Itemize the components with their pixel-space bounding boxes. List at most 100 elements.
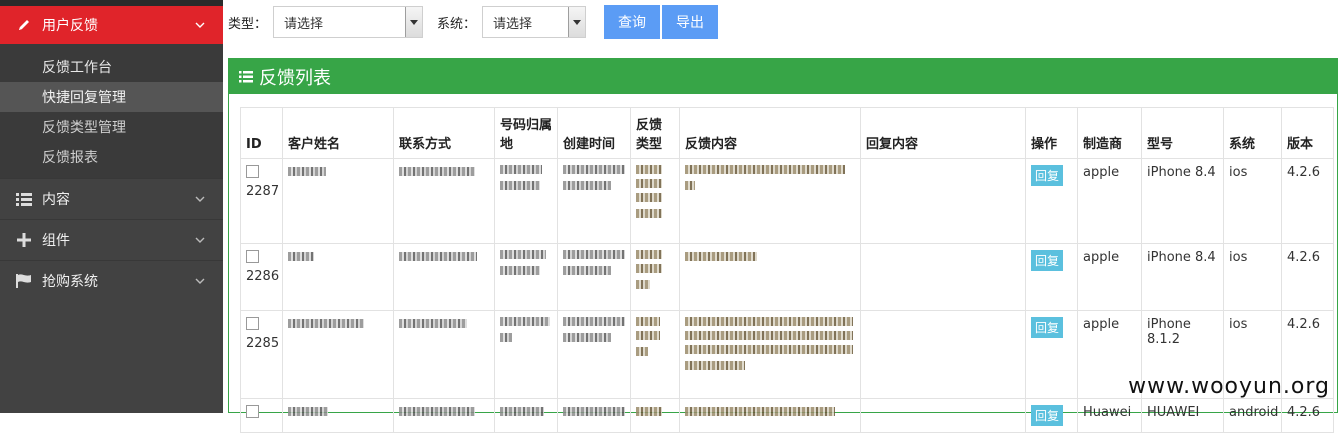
cell-location (494, 158, 558, 244)
dropdown-arrow-icon[interactable] (405, 7, 423, 37)
cell-feedback-content (679, 243, 861, 311)
redacted-text (500, 317, 550, 326)
cell-id: 2287 (240, 158, 283, 244)
sidebar-group-label: 用户反馈 (42, 18, 98, 34)
cell-created-time (557, 398, 631, 433)
sidebar-group-label: 抢购系统 (42, 274, 98, 290)
cell-version: 4.2.6 (1281, 398, 1334, 433)
cell-model: iPhone 8.4 (1141, 243, 1224, 311)
sidebar: 用户反馈 反馈工作台 快捷回复管理 反馈类型管理 反馈报表 内容 组件 抢购系统 (0, 0, 223, 413)
reply-button[interactable]: 回复 (1031, 317, 1064, 338)
redacted-text (399, 252, 477, 261)
header-id: ID (240, 107, 283, 159)
list-icon (239, 70, 255, 83)
cell-reply-content (860, 243, 1026, 311)
redacted-text (636, 209, 662, 218)
cell-reply-content (860, 398, 1026, 433)
cell-id: 2286 (240, 243, 283, 311)
row-checkbox[interactable] (246, 405, 259, 418)
redacted-text (636, 264, 662, 273)
type-filter-label: 类型： (228, 16, 268, 32)
sidebar-group-content[interactable]: 内容 (0, 178, 223, 219)
table-header-row: ID 客户姓名 联系方式 号码归属地 创建时间 反馈类型 反馈内容 回复内容 操… (240, 107, 1334, 159)
sidebar-group-feedback[interactable]: 用户反馈 (0, 6, 223, 44)
reply-button[interactable]: 回复 (1031, 250, 1064, 271)
redacted-text (636, 331, 660, 340)
watermark: www.wooyun.org (1128, 374, 1330, 399)
reply-button[interactable]: 回复 (1031, 165, 1064, 186)
row-checkbox[interactable] (246, 165, 259, 178)
header-maker: 制造商 (1077, 107, 1142, 159)
cell-feedback-content (679, 398, 861, 433)
redacted-text (636, 407, 662, 416)
redacted-text (563, 181, 611, 190)
redacted-text (399, 167, 475, 176)
redacted-text (500, 181, 540, 190)
dropdown-arrow-icon[interactable] (568, 7, 586, 37)
cell-os: ios (1223, 158, 1282, 244)
sidebar-item-feedback-types[interactable]: 反馈类型管理 (0, 112, 223, 142)
sidebar-group-label: 组件 (42, 233, 70, 249)
sidebar-group-components[interactable]: 组件 (0, 219, 223, 260)
type-select[interactable]: 请选择 (273, 6, 424, 38)
panel-title: 反馈列表 (259, 67, 331, 89)
redacted-text (288, 167, 326, 176)
row-id: 2285 (246, 336, 280, 351)
table-row: 2286 回复 apple iPhone 8.4 ios 4.2.6 (240, 243, 1334, 311)
cell-customer-name (282, 243, 394, 311)
header-feedback-type: 反馈类型 (630, 107, 680, 159)
cell-reply-content (860, 158, 1026, 244)
cell-model: HUAWEI (1141, 398, 1224, 433)
redacted-text (685, 317, 853, 326)
cell-id: 2285 (240, 310, 283, 399)
chevron-down-icon (191, 278, 209, 284)
cell-feedback-content (679, 158, 861, 244)
redacted-text (500, 266, 540, 275)
row-checkbox[interactable] (246, 250, 259, 263)
redacted-text (500, 250, 546, 259)
sidebar-item-feedback-workbench[interactable]: 反馈工作台 (0, 52, 223, 82)
redacted-text (636, 179, 662, 188)
sidebar-item-quick-reply[interactable]: 快捷回复管理 (0, 82, 223, 112)
cell-os: android (1223, 398, 1282, 433)
redacted-text (288, 252, 314, 261)
system-select[interactable]: 请选择 (482, 6, 587, 38)
redacted-text (636, 317, 660, 326)
cell-location (494, 398, 558, 433)
row-checkbox[interactable] (246, 317, 259, 330)
header-number-location: 号码归属地 (494, 107, 558, 159)
reply-button[interactable]: 回复 (1031, 405, 1064, 426)
redacted-text (685, 252, 757, 261)
cell-maker: apple (1077, 158, 1142, 244)
panel-header: 反馈列表 (229, 59, 1337, 94)
sidebar-submenu: 反馈工作台 快捷回复管理 反馈类型管理 反馈报表 (0, 44, 223, 178)
redacted-text (500, 407, 544, 416)
cell-customer-name (282, 158, 394, 244)
cell-maker: apple (1077, 243, 1142, 311)
cell-feedback-type (630, 158, 680, 244)
redacted-text (685, 345, 853, 354)
cell-version: 4.2.6 (1281, 158, 1334, 244)
pencil-icon (16, 17, 32, 33)
cell-feedback-content (679, 310, 861, 399)
redacted-text (399, 407, 475, 416)
cell-contact (393, 158, 495, 244)
redacted-text (636, 280, 650, 289)
cell-model: iPhone 8.4 (1141, 158, 1224, 244)
sidebar-item-feedback-report[interactable]: 反馈报表 (0, 142, 223, 172)
redacted-text (685, 165, 845, 174)
cell-location (494, 310, 558, 399)
export-button[interactable]: 导出 (662, 5, 719, 39)
cell-os: ios (1223, 243, 1282, 311)
header-os: 系统 (1223, 107, 1282, 159)
system-select-value: 请选择 (493, 16, 533, 32)
cell-maker: Huawei (1077, 398, 1142, 433)
system-filter-label: 系统： (437, 16, 477, 32)
row-id: 2287 (246, 184, 280, 199)
query-button[interactable]: 查询 (604, 5, 661, 39)
redacted-text (399, 319, 467, 328)
redacted-text (563, 317, 625, 326)
sidebar-group-flash-sale[interactable]: 抢购系统 (0, 260, 223, 301)
list-icon (16, 191, 32, 207)
flag-icon (16, 273, 32, 289)
